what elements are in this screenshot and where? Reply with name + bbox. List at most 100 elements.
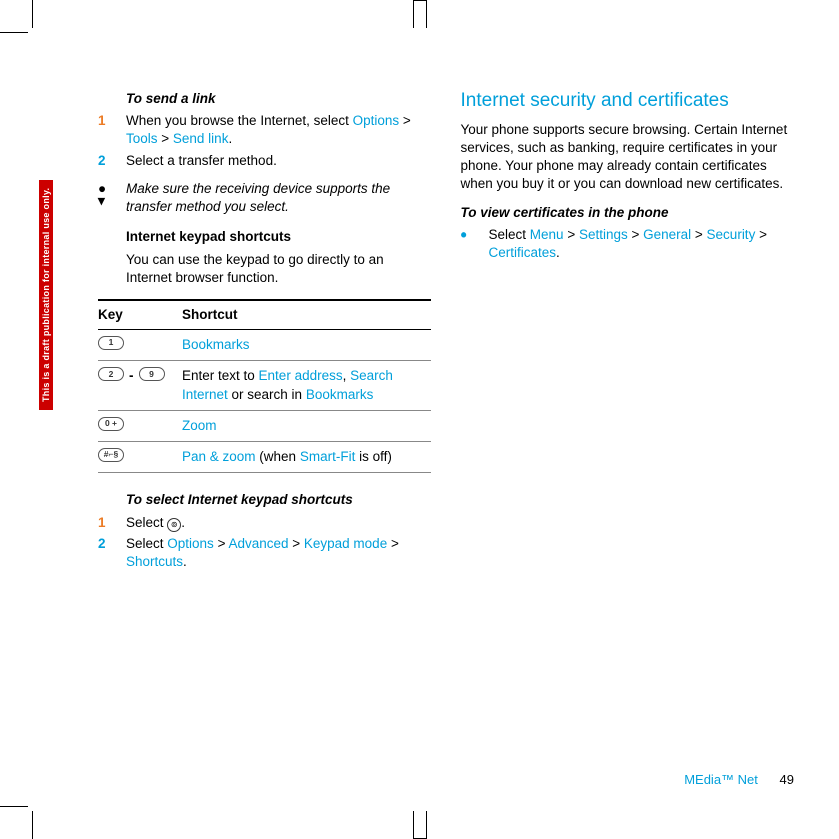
left-column: To send a link 1 When you browse the Int… <box>98 90 431 800</box>
heading-keypad-shortcuts: Internet keypad shortcuts <box>126 228 431 246</box>
nav-link: Advanced <box>228 536 288 551</box>
step-text: Select Options > Advanced > Keypad mode … <box>126 535 431 571</box>
step-number: 1 <box>98 112 126 148</box>
nav-link: Shortcuts <box>126 554 183 569</box>
list-item: 1 Select ⊚. <box>98 514 431 532</box>
right-column: Internet security and certificates Your … <box>461 90 794 800</box>
text: Select <box>126 515 167 530</box>
text: . <box>556 245 560 260</box>
step-text: When you browse the Internet, select Opt… <box>126 112 431 148</box>
note-text: Make sure the receiving device supports … <box>126 180 431 216</box>
nav-link: Security <box>707 227 756 242</box>
separator: > <box>755 227 767 242</box>
nav-link: Tools <box>126 131 158 146</box>
nav-link: General <box>643 227 691 242</box>
draft-watermark: This is a draft publication for internal… <box>39 180 53 410</box>
step-text: Select ⊚. <box>126 514 431 532</box>
body-text: You can use the keypad to go directly to… <box>126 251 431 287</box>
crop-mark <box>0 32 28 33</box>
text: . <box>181 515 185 530</box>
key-cell: 1 <box>98 336 182 354</box>
nav-link: Keypad mode <box>304 536 387 551</box>
key-cell: #⌐§ <box>98 448 182 466</box>
nav-link: Send link <box>173 131 229 146</box>
step-text: Select Menu > Settings > General > Secur… <box>489 226 794 262</box>
heading-security: Internet security and certificates <box>461 90 794 113</box>
page-footer: MEdia™ Net 49 <box>684 772 794 787</box>
text: . <box>183 554 187 569</box>
send-link-steps: 1 When you browse the Internet, select O… <box>98 112 431 170</box>
text: When you browse the Internet, select <box>126 113 353 128</box>
shortcut-link: Pan & zoom <box>182 449 256 464</box>
step-number: 1 <box>98 514 126 532</box>
table-row: 2-9 Enter text to Enter address, Search … <box>98 361 431 410</box>
key-cell: 2-9 <box>98 367 182 403</box>
footer-label: MEdia™ Net <box>684 772 758 787</box>
keypad-key-icon: 1 <box>98 336 124 350</box>
page-number: 49 <box>780 772 794 787</box>
shortcut-cell: Pan & zoom (when Smart-Fit is off) <box>182 448 431 466</box>
shortcut-link: Zoom <box>182 418 217 433</box>
separator: > <box>399 113 411 128</box>
text: . <box>228 131 232 146</box>
shortcut-link: Bookmarks <box>306 387 374 402</box>
separator: > <box>214 536 229 551</box>
nav-link: Menu <box>530 227 564 242</box>
separator: > <box>158 131 173 146</box>
shortcuts-table: Key Shortcut 1 Bookmarks 2-9 Enter text … <box>98 299 431 473</box>
table-row: 0 + Zoom <box>98 411 431 442</box>
list-item: 2 Select Options > Advanced > Keypad mod… <box>98 535 431 571</box>
shortcut-cell: Bookmarks <box>182 336 431 354</box>
table-row: #⌐§ Pan & zoom (when Smart-Fit is off) <box>98 442 431 473</box>
table-row: 1 Bookmarks <box>98 330 431 361</box>
nav-circle-icon: ⊚ <box>167 518 181 532</box>
crop-mark <box>32 0 33 28</box>
step-number: 2 <box>98 535 126 571</box>
table-header: Key Shortcut <box>98 299 431 330</box>
list-item: 2 Select a transfer method. <box>98 152 431 170</box>
separator: > <box>387 536 399 551</box>
page-content: To send a link 1 When you browse the Int… <box>98 90 793 800</box>
shortcut-cell: Enter text to Enter address, Search Inte… <box>182 367 431 403</box>
text: , <box>343 368 351 383</box>
col-header-shortcut: Shortcut <box>182 306 431 324</box>
nav-link: Options <box>167 536 214 551</box>
text: Select <box>489 227 530 242</box>
key-cell: 0 + <box>98 417 182 435</box>
crop-mark <box>413 0 427 28</box>
text: is off) <box>355 449 392 464</box>
heading-select-shortcuts: To select Internet keypad shortcuts <box>126 491 431 509</box>
text: Select <box>126 536 167 551</box>
range-dash: - <box>127 367 136 385</box>
crop-mark <box>0 806 28 807</box>
crop-mark <box>32 811 33 839</box>
step-number: 2 <box>98 152 126 170</box>
select-shortcuts-steps: 1 Select ⊚. 2 Select Options > Advanced … <box>98 514 431 572</box>
certificates-steps: • Select Menu > Settings > General > Sec… <box>461 226 794 262</box>
separator: > <box>289 536 304 551</box>
text: or search in <box>228 387 306 402</box>
step-text: Select a transfer method. <box>126 152 431 170</box>
bullet-icon: • <box>461 226 489 262</box>
shortcut-link: Enter address <box>259 368 343 383</box>
heading-send-link: To send a link <box>126 90 431 108</box>
body-text: Your phone supports secure browsing. Cer… <box>461 121 794 194</box>
nav-link: Options <box>353 113 400 128</box>
keypad-key-icon: 0 + <box>98 417 124 431</box>
nav-link: Certificates <box>489 245 557 260</box>
crop-mark <box>413 811 427 839</box>
nav-link: Settings <box>579 227 628 242</box>
list-item: 1 When you browse the Internet, select O… <box>98 112 431 148</box>
text: Enter text to <box>182 368 259 383</box>
keypad-key-icon: 2 <box>98 367 124 381</box>
shortcut-cell: Zoom <box>182 417 431 435</box>
info-icon: ●▾ <box>98 180 126 216</box>
keypad-key-icon: 9 <box>139 367 165 381</box>
note-callout: ●▾ Make sure the receiving device suppor… <box>98 180 431 216</box>
separator: > <box>628 227 643 242</box>
shortcut-link: Bookmarks <box>182 337 250 352</box>
list-item: • Select Menu > Settings > General > Sec… <box>461 226 794 262</box>
text: (when <box>256 449 300 464</box>
col-header-key: Key <box>98 306 182 324</box>
shortcut-link: Smart-Fit <box>300 449 356 464</box>
